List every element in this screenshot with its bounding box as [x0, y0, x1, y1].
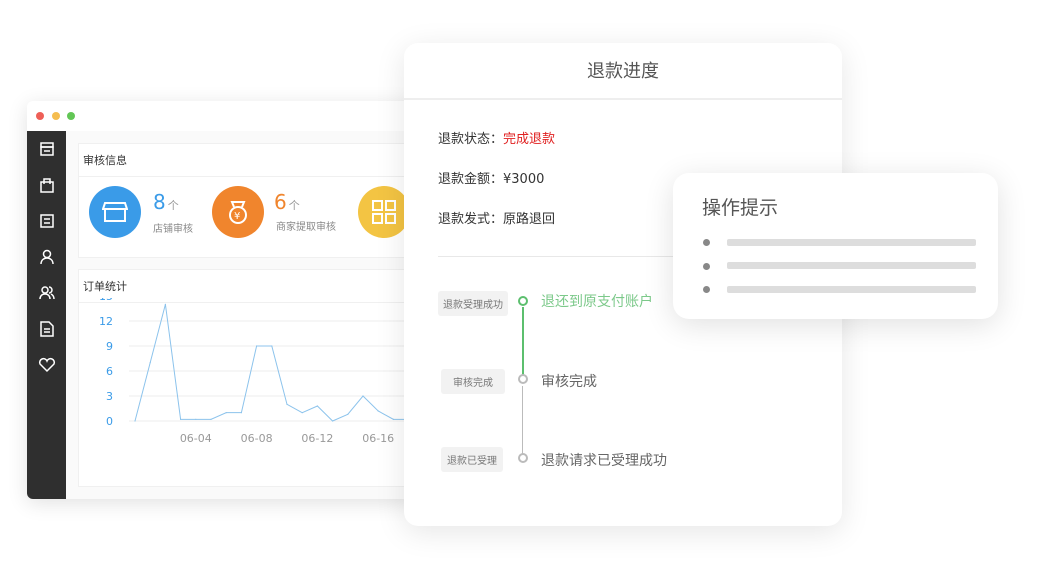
- bullet-icon: [703, 286, 710, 293]
- series-line: [134, 304, 409, 422]
- x-tick-label: 06-16: [362, 432, 394, 445]
- refund-amount-row: 退款金额：¥3000: [438, 168, 544, 187]
- timeline-node-active: [518, 296, 528, 306]
- x-tick-label: 06-12: [301, 432, 333, 445]
- operation-tip-card: 操作提示: [673, 173, 998, 319]
- placeholder-line: [727, 286, 976, 293]
- merchant-audit-count[interactable]: 6个: [274, 190, 300, 214]
- audit-card: 审核信息 8个 店铺审核 ¥ 6个 商家提取审核: [78, 143, 417, 258]
- step-tag: 退款受理成功: [438, 291, 508, 316]
- heart-icon[interactable]: [27, 347, 66, 383]
- step-tag: 退款已受理: [441, 447, 503, 472]
- refund-method-row: 退款发式：原路退回: [438, 208, 555, 227]
- store-audit-icon[interactable]: [89, 186, 141, 238]
- step-text: 审核完成: [541, 374, 597, 390]
- data-point: [256, 345, 258, 347]
- x-tick-label: 06-04: [180, 432, 212, 445]
- close-button[interactable]: [36, 112, 44, 120]
- method-value: 原路退回: [503, 212, 556, 227]
- data-point: [362, 395, 364, 397]
- data-point: [210, 418, 212, 420]
- data-point: [240, 412, 242, 414]
- y-tick-label: 0: [106, 415, 113, 428]
- status-label: 退款状态：: [438, 132, 504, 147]
- list-icon[interactable]: [27, 203, 66, 239]
- orders-line-chart: 0 3 6 9 12 15 06-04 06-08 06-12 06-16: [99, 298, 417, 445]
- amount-label: 退款金额：: [438, 172, 504, 187]
- minimize-button[interactable]: [52, 112, 60, 120]
- method-label: 退款发式：: [438, 212, 504, 227]
- data-point: [164, 303, 166, 305]
- y-tick-label: 12: [99, 315, 113, 328]
- data-point: [347, 413, 349, 415]
- data-point: [271, 345, 273, 347]
- amount-value: ¥3000: [503, 172, 545, 187]
- bag-icon[interactable]: [27, 167, 66, 203]
- audit-title: 审核信息: [79, 144, 416, 177]
- grid-icon[interactable]: [358, 186, 410, 238]
- timeline-line: [522, 386, 523, 454]
- data-point: [286, 403, 288, 405]
- step-tag: 审核完成: [441, 369, 505, 394]
- y-tick-label: 3: [106, 390, 113, 403]
- timeline-node: [518, 374, 528, 384]
- step-text: 退还到原支付账户: [541, 294, 653, 310]
- refund-status-row: 退款状态：完成退款: [438, 128, 555, 147]
- step-text: 退款请求已受理成功: [541, 453, 667, 469]
- store-audit-count[interactable]: 8个: [153, 190, 179, 214]
- orders-card: 订单统计 0369121506-0406-0806-1206-16: [78, 269, 417, 487]
- timeline-line-active: [522, 307, 524, 375]
- y-tick-label: 9: [106, 340, 113, 353]
- merchant-audit-label: 商家提取审核: [276, 222, 336, 233]
- sidebar: [27, 131, 66, 499]
- data-point: [301, 412, 303, 414]
- placeholder-line: [727, 239, 976, 246]
- store-audit-label: 店铺审核: [153, 224, 193, 235]
- bullet-icon: [703, 263, 710, 270]
- bullet-icon: [703, 239, 710, 246]
- data-point: [134, 420, 136, 422]
- users-icon[interactable]: [27, 275, 66, 311]
- tip-title: 操作提示: [702, 197, 779, 219]
- store-icon[interactable]: [27, 131, 66, 167]
- data-point: [180, 418, 182, 420]
- money-bag-icon[interactable]: ¥: [212, 186, 264, 238]
- data-point: [377, 410, 379, 412]
- x-tick-label: 06-08: [241, 432, 273, 445]
- data-point: [316, 405, 318, 407]
- user-icon[interactable]: [27, 239, 66, 275]
- y-tick-label: 15: [99, 298, 113, 303]
- y-tick-label: 6: [106, 365, 113, 378]
- dashboard-window: 审核信息 8个 店铺审核 ¥ 6个 商家提取审核 订单统计 0369121506…: [27, 101, 417, 499]
- timeline-node: [518, 453, 528, 463]
- svg-text:¥: ¥: [234, 211, 240, 222]
- refund-title: 退款进度: [404, 43, 842, 100]
- maximize-button[interactable]: [67, 112, 75, 120]
- data-point: [225, 412, 227, 414]
- data-point: [332, 420, 334, 422]
- main-content: 审核信息 8个 店铺审核 ¥ 6个 商家提取审核 订单统计 0369121506…: [66, 131, 417, 499]
- data-point: [149, 362, 151, 364]
- data-point: [195, 418, 197, 420]
- data-point: [392, 418, 394, 420]
- placeholder-line: [727, 262, 976, 269]
- document-icon[interactable]: [27, 311, 66, 347]
- title-bar: [27, 101, 417, 131]
- status-value: 完成退款: [503, 132, 556, 147]
